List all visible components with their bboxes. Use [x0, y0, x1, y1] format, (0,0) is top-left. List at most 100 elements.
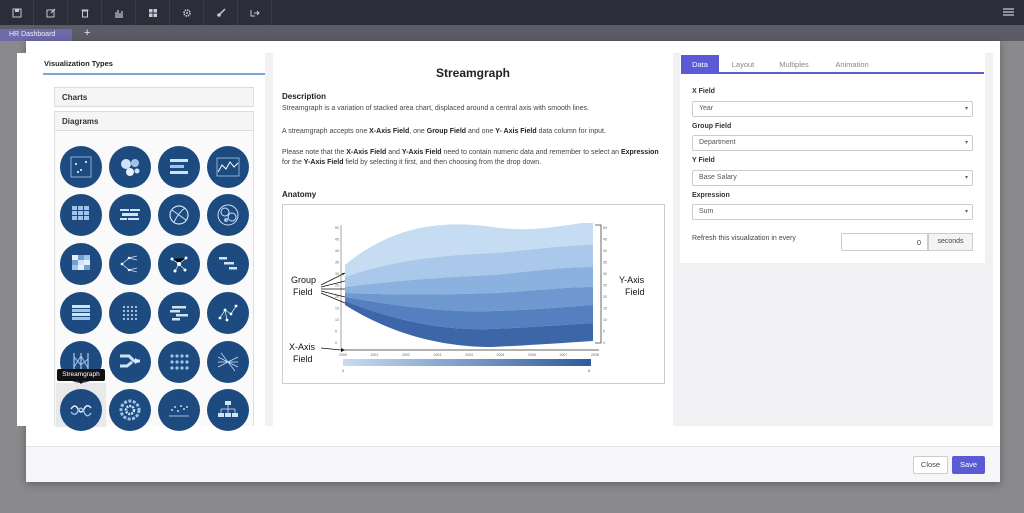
xaxis-label-2: Field — [293, 354, 313, 364]
viz-dot-matrix[interactable] — [109, 292, 151, 334]
viz-gantt[interactable] — [207, 243, 249, 285]
refresh-interval-input[interactable]: 0 — [841, 233, 928, 251]
settings-tabs: Data Layout Multiples Animation — [681, 55, 984, 74]
modal-footer — [26, 446, 1000, 482]
chevron-down-icon: ▾ — [964, 140, 968, 146]
x-tick-label: 2000 — [339, 353, 347, 357]
y-field-select[interactable]: Base Salary ▾ — [692, 170, 973, 186]
hamburger-icon[interactable] — [1003, 6, 1014, 20]
streamgraph-tooltip: Streamgraph — [57, 369, 105, 384]
tab-multiples[interactable]: Multiples — [767, 55, 821, 74]
x-tick-label: 2006 — [528, 353, 536, 357]
tab-hr-dashboard[interactable]: HR Dashboard — [0, 29, 72, 41]
y-tick-label-right: 45 — [603, 238, 607, 242]
save-icon[interactable] — [0, 0, 34, 25]
x-tick-label: 2001 — [371, 353, 379, 357]
viz-matrix-heat[interactable] — [60, 243, 102, 285]
y-tick-label-right: 25 — [603, 284, 607, 288]
viz-tree[interactable] — [109, 243, 151, 285]
chevron-down-icon: ▾ — [964, 106, 968, 112]
grid-icon[interactable] — [136, 0, 170, 25]
chart-icon[interactable] — [102, 0, 136, 25]
viz-org-chart[interactable] — [207, 389, 249, 431]
group-field-label-2: Field — [293, 287, 313, 297]
gear-icon[interactable] — [170, 0, 204, 25]
viz-constellation[interactable] — [207, 292, 249, 334]
viz-sankey[interactable] — [109, 341, 151, 383]
viz-dot-plot[interactable] — [158, 389, 200, 431]
refresh-label: Refresh this visualization in every — [692, 235, 796, 242]
group-field-select[interactable]: Department ▾ — [692, 135, 973, 151]
field-note: Please note that the X-Axis Field and Y-… — [282, 149, 659, 166]
section-charts[interactable]: Charts — [54, 87, 254, 107]
anatomy-diagram: Group Field X-Axis Field Y-Axis Field 0 … — [282, 204, 665, 384]
viz-word-cloud[interactable] — [109, 194, 151, 236]
viz-dot-grid[interactable] — [158, 341, 200, 383]
x-tick-label: 2007 — [560, 353, 568, 357]
expression-label: Expression — [692, 192, 730, 199]
panel-title: Visualization Types — [44, 59, 113, 68]
section-diagrams[interactable]: Diagrams — [54, 111, 254, 131]
x-tick-label: 2005 — [497, 353, 505, 357]
viz-circle-packing[interactable] — [207, 194, 249, 236]
input-description: A streamgraph accepts one X-Axis Field, … — [282, 128, 606, 135]
y-tick-label-right: 30 — [603, 272, 607, 276]
viz-range-bars[interactable] — [158, 292, 200, 334]
tab-animation[interactable]: Animation — [823, 55, 881, 74]
refresh-unit: seconds — [928, 233, 973, 251]
viz-scatter-matrix[interactable] — [60, 146, 102, 188]
brush-icon[interactable] — [204, 0, 238, 25]
tab-data[interactable]: Data — [681, 55, 719, 74]
y-field-label: Y Field — [692, 157, 715, 164]
y-tick-label-right: 10 — [603, 318, 607, 322]
viz-line-chart[interactable] — [207, 146, 249, 188]
y-tick-label-right: 0 — [603, 341, 605, 345]
x-tick-label: 2008 — [591, 353, 599, 357]
y-tick-label-left: 30 — [335, 272, 339, 276]
edit-icon[interactable] — [34, 0, 68, 25]
viz-table[interactable] — [60, 292, 102, 334]
x-field-select[interactable]: Year ▾ — [692, 101, 973, 117]
x-tick-label: 2003 — [434, 353, 442, 357]
anatomy-heading: Anatomy — [282, 190, 317, 199]
viz-ball-chart[interactable] — [158, 194, 200, 236]
title-divider — [43, 73, 265, 75]
viz-network[interactable] — [158, 243, 200, 285]
y-tick-label-right: 40 — [603, 249, 607, 253]
trash-icon[interactable] — [68, 0, 102, 25]
x-tick-label: 2004 — [465, 353, 473, 357]
x-tick-label: 2002 — [402, 353, 410, 357]
y-tick-label-left: 5 — [335, 330, 337, 334]
add-tab-button[interactable]: + — [84, 27, 90, 39]
tab-layout[interactable]: Layout — [721, 55, 765, 74]
y-tick-label-left: 40 — [335, 249, 339, 253]
chevron-down-icon: ▾ — [964, 209, 968, 215]
viz-streamgraph[interactable] — [60, 389, 102, 431]
viz-bubble-chart[interactable] — [109, 146, 151, 188]
expression-select[interactable]: Sum ▾ — [692, 204, 973, 220]
viz-bar-list[interactable] — [158, 146, 200, 188]
y-tick-label-right: 20 — [603, 295, 607, 299]
viz-sunburst[interactable] — [109, 389, 151, 431]
top-toolbar — [0, 0, 1024, 25]
y-tick-label-left: 20 — [335, 295, 339, 299]
anatomy-svg: Group Field X-Axis Field Y-Axis Field 0 … — [289, 223, 645, 373]
xaxis-label-1: X-Axis — [289, 342, 316, 352]
yaxis-label-1: Y-Axis — [619, 275, 645, 285]
close-button[interactable]: Close — [913, 456, 948, 474]
settings-panel — [680, 53, 985, 263]
y-tick-label-right: 15 — [603, 307, 607, 311]
description-heading: Description — [282, 92, 327, 101]
y-tick-label-left: 10 — [335, 318, 339, 322]
export-icon[interactable] — [238, 0, 272, 25]
dashboard-tab-bar: HR Dashboard + — [0, 25, 1024, 41]
x-field-label: X Field — [692, 88, 715, 95]
group-field-label: Group Field — [692, 123, 732, 130]
y-tick-label-right: 5 — [603, 330, 605, 334]
legend-max: 8 — [588, 368, 591, 373]
viz-heatmap-table[interactable] — [60, 194, 102, 236]
save-button[interactable]: Save — [952, 456, 985, 474]
viz-chord-lines[interactable] — [207, 341, 249, 383]
yaxis-label-2: Field — [625, 287, 645, 297]
chevron-down-icon: ▾ — [964, 175, 968, 181]
